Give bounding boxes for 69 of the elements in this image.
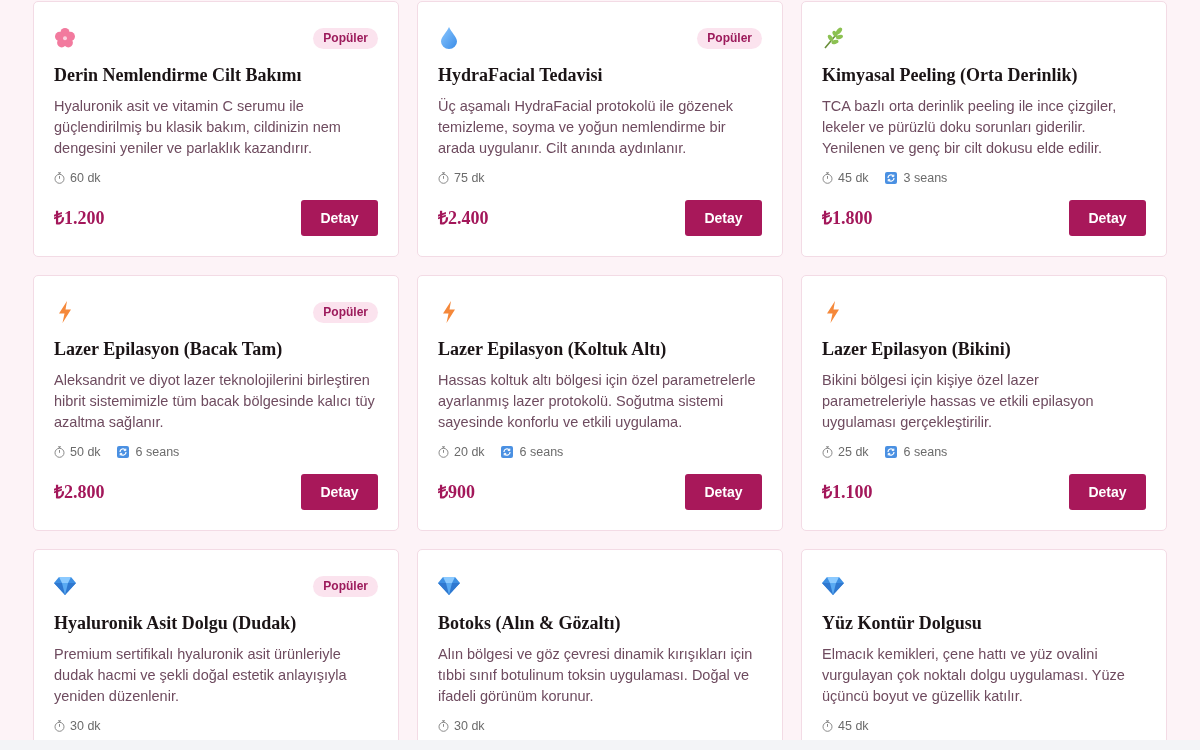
service-description: Hassas koltuk altı bölgesi için özel parametrelerle ayarlanmış lazer protokolü. Soğutma sistemi sayesinde konforlu ve etkili uygulama. <box>438 371 757 432</box>
stopwatch-icon <box>822 172 833 184</box>
duration-text: 45 dk <box>838 169 869 187</box>
popular-badge: Popüler <box>697 27 762 49</box>
service-description: Alın bölgesi ve göz çevresi dinamik kırışıkları için tıbbi sınıf botulinum toksin uygulaması. Doğal ve ifadeli görünüm korunur. <box>438 645 754 706</box>
service-title: Botoks (Alın & Gözaltı) <box>438 612 622 635</box>
repeat-icon <box>884 446 897 458</box>
service-title: Kimyasal Peeling (Orta Derinlik) <box>822 64 1079 87</box>
detail-button[interactable]: Detay <box>1069 200 1146 236</box>
diamond-icon <box>822 577 844 595</box>
detail-button[interactable]: Detay <box>301 474 378 510</box>
duration-text: 50 dk <box>70 443 101 461</box>
diamond-icon <box>54 577 76 595</box>
duration-text: 75 dk <box>454 169 485 187</box>
stopwatch-icon <box>438 172 449 184</box>
popular-badge: Popüler <box>313 575 378 597</box>
duration-text: 25 dk <box>838 443 869 461</box>
service-title: HydraFacial Tedavisi <box>438 64 604 87</box>
price-text: ₺900 <box>438 480 475 504</box>
duration-text: 30 dk <box>70 717 101 735</box>
flower-icon <box>54 27 76 49</box>
popular-badge: Popüler <box>313 301 378 323</box>
detail-button[interactable]: Detay <box>685 474 762 510</box>
repeat-icon <box>116 446 129 458</box>
stopwatch-icon <box>54 720 65 732</box>
sessions-text: 3 seans <box>903 169 948 187</box>
service-description: Hyaluronik asit ve vitamin C serumu ile güçlendirilmiş bu klasik bakım, cildinizin nem dengesini yeniler ve parlaklık kazandırır. <box>54 97 342 158</box>
stopwatch-icon <box>822 720 833 732</box>
service-title: Yüz Kontür Dolgusu <box>822 612 983 635</box>
service-title: Derin Nemlendirme Cilt Bakımı <box>54 64 303 87</box>
lightning-icon <box>826 301 840 323</box>
price-text: ₺1.200 <box>54 206 105 230</box>
detail-button[interactable]: Detay <box>301 200 378 236</box>
service-description: TCA bazlı orta derinlik peeling ile ince çizgiler, lekeler ve pürüzlü doku sorunları giderilir. Yenilenen ve genç bir cilt dokusu elde edilir. <box>822 97 1118 158</box>
stopwatch-icon <box>822 446 833 458</box>
sessions-text: 6 seans <box>135 443 180 461</box>
duration-text: 45 dk <box>838 717 869 735</box>
detail-button[interactable]: Detay <box>685 200 762 236</box>
service-description: Premium sertifikalı hyaluronik asit ürünleriyle dudak hacmi ve şekli doğal estetik anlayışıyla yeniden düzenlenir. <box>54 645 348 706</box>
sessions-text: 6 seans <box>903 443 948 461</box>
diamond-icon <box>438 577 460 595</box>
popular-badge: Popüler <box>313 27 378 49</box>
stopwatch-icon <box>438 446 449 458</box>
detail-button[interactable]: Detay <box>1069 474 1146 510</box>
service-title: Hyaluronik Asit Dolgu (Dudak) <box>54 612 298 635</box>
stopwatch-icon <box>54 446 65 458</box>
herb-icon <box>822 27 844 49</box>
service-description: Bikini bölgesi için kişiye özel lazer parametreleriyle hassas ve etkili epilasyon uygulaması gerçekleştirilir. <box>822 371 1095 432</box>
lightning-icon <box>58 301 72 323</box>
service-description: Üç aşamalı HydraFacial protokolü ile gözenek temizleme, soyma ve yoğun nemlendirme bir arada uygulanır. Cilt anında aydınlanır. <box>438 97 734 158</box>
service-description: Elmacık kemikleri, çene hattı ve yüz ovalini vurgulayan çok noktalı dolgu uygulaması. Yüze üçüncü boyut ve güzellik katılır. <box>822 645 1126 706</box>
price-text: ₺1.100 <box>822 480 873 504</box>
sessions-text: 6 seans <box>519 443 564 461</box>
stopwatch-icon <box>438 720 449 732</box>
duration-text: 60 dk <box>70 169 101 187</box>
repeat-icon <box>884 172 897 184</box>
duration-text: 30 dk <box>454 717 485 735</box>
repeat-icon <box>500 446 513 458</box>
price-text: ₺1.800 <box>822 206 873 230</box>
water-drop-icon <box>441 27 457 49</box>
service-title: Lazer Epilasyon (Koltuk Altı) <box>438 338 668 361</box>
stopwatch-icon <box>54 172 65 184</box>
duration-text: 20 dk <box>454 443 485 461</box>
lightning-icon <box>442 301 456 323</box>
price-text: ₺2.400 <box>438 206 489 230</box>
price-text: ₺2.800 <box>54 480 105 504</box>
service-title: Lazer Epilasyon (Bacak Tam) <box>54 338 284 361</box>
service-description: Aleksandrit ve diyot lazer teknolojilerini birleştiren hibrit sistemimizle tüm bacak bölgesinde kalıcı tüy azaltma sağlanır. <box>54 371 376 432</box>
service-title: Lazer Epilasyon (Bikini) <box>822 338 1012 361</box>
